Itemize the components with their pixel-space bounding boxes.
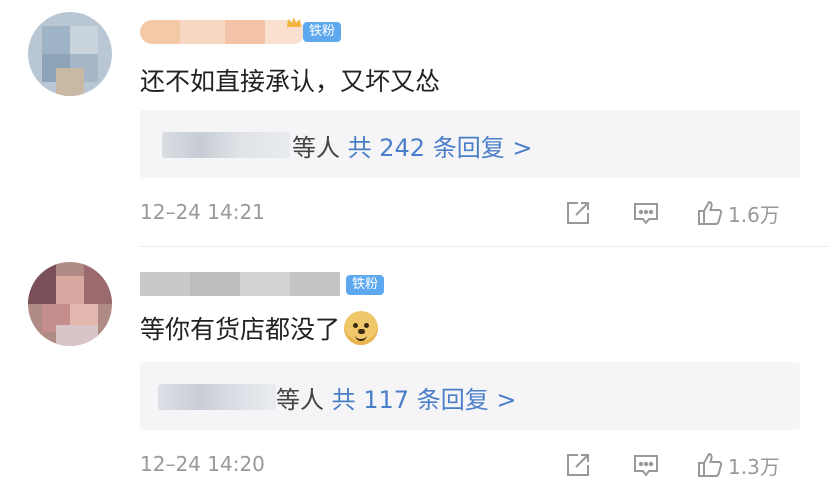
comment-meta: 12–24 14:20 1.3万 (140, 450, 800, 480)
comment-text: 还不如直接承认，又坏又怂 (140, 67, 441, 96)
replies-preview[interactable]: 等人 共 117 条回复 > (140, 362, 800, 430)
view-replies-link[interactable]: 共 117 条回复 > (332, 386, 517, 414)
doge-emoji-icon (344, 311, 379, 345)
comment-text: 等你有货店都没了 (140, 310, 379, 348)
share-icon (567, 202, 589, 224)
thumbs-up-icon (698, 452, 723, 477)
comment-button[interactable] (632, 198, 660, 228)
share-button[interactable] (564, 198, 592, 228)
fan-badge: 铁粉 (346, 275, 385, 295)
fan-badge: 铁粉 (303, 22, 342, 42)
comment-text-content: 等你有货店都没了 (140, 315, 341, 344)
like-count: 1.3万 (728, 454, 780, 479)
view-replies-link[interactable]: 共 242 条回复 > (348, 134, 533, 162)
crown-icon (287, 17, 301, 27)
share-button[interactable] (564, 450, 592, 480)
avatar[interactable] (28, 12, 112, 96)
like-button[interactable]: 1.3万 (696, 450, 780, 480)
timestamp: 12–24 14:20 (140, 452, 265, 476)
replies-preview[interactable]: 等人 共 242 条回复 > (140, 110, 800, 178)
username-blurred[interactable] (140, 272, 340, 296)
comment-meta: 12–24 14:21 1.6万 (140, 198, 800, 228)
comment-item-2: 铁粉 等你有货店都没了 等人 共 117 条回复 > 12–24 14:20 1… (0, 248, 828, 495)
comment-item-1: 铁粉 还不如直接承认，又坏又怂 等人 共 242 条回复 > 12–24 14:… (0, 0, 828, 247)
divider (140, 246, 828, 247)
reply-users-blurred (162, 132, 290, 158)
share-icon (567, 454, 589, 476)
reply-users-suffix: 等人 (292, 134, 340, 162)
comment-button[interactable] (632, 450, 660, 480)
timestamp: 12–24 14:21 (140, 200, 265, 224)
reply-users-suffix: 等人 (276, 386, 324, 414)
thumbs-up-icon (698, 200, 723, 225)
username-blurred[interactable] (140, 20, 305, 44)
like-button[interactable]: 1.6万 (696, 198, 780, 228)
comment-icon (634, 455, 658, 477)
reply-users-blurred (158, 384, 276, 410)
avatar[interactable] (28, 262, 112, 346)
like-count: 1.6万 (728, 202, 780, 227)
comment-icon (634, 203, 658, 225)
